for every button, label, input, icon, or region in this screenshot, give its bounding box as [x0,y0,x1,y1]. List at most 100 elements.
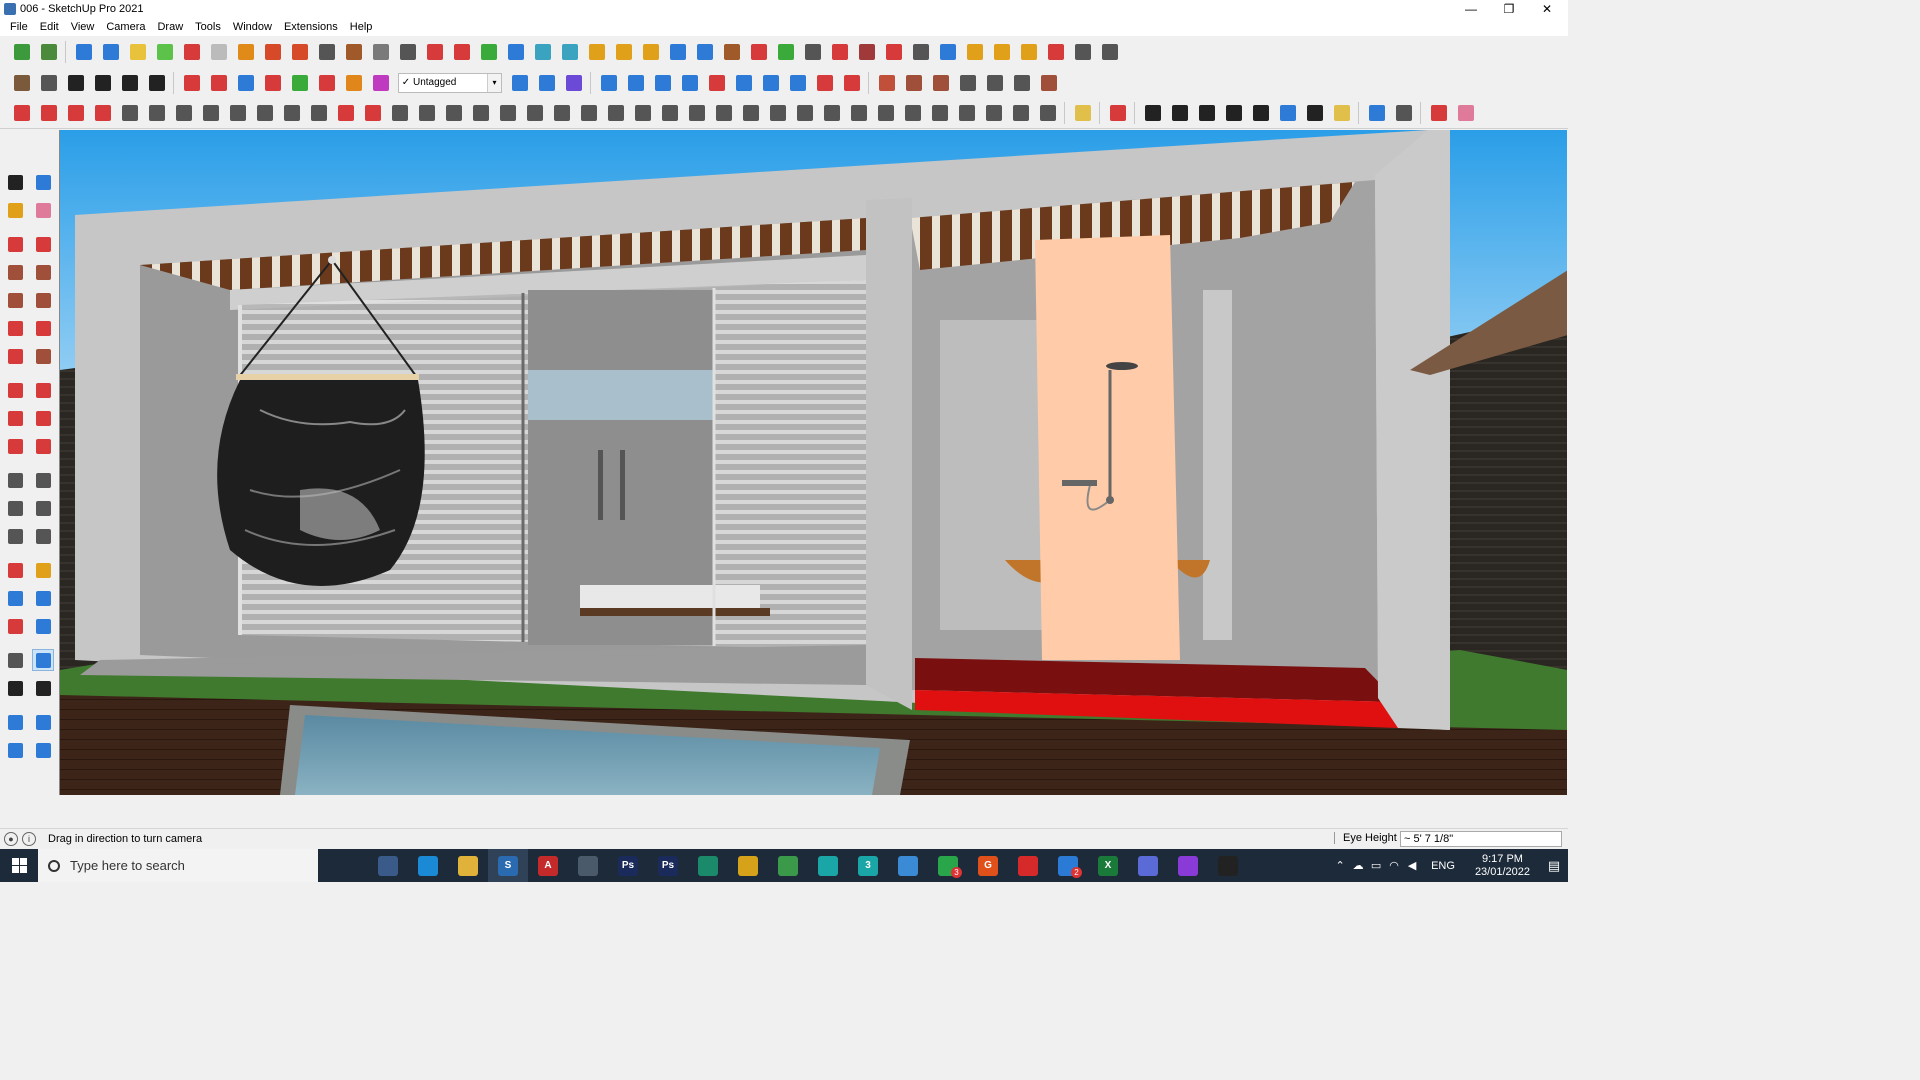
section-plane-tool-button[interactable] [32,677,54,699]
eraser-pink-button[interactable] [1452,101,1479,125]
cone-button[interactable] [529,40,556,64]
tag-yellow-button[interactable] [1069,101,1096,125]
star-draw-button[interactable] [1328,101,1355,125]
component-button[interactable] [595,71,622,95]
push-pull-button[interactable] [178,71,205,95]
menu-view[interactable]: View [65,21,101,33]
fillet-button[interactable] [278,101,305,125]
section-blue2-button[interactable] [533,71,560,95]
layout-button[interactable] [1096,40,1123,64]
puzzle3-button[interactable] [853,40,880,64]
language-indicator[interactable]: ENG [1431,860,1455,872]
fan2-button[interactable] [953,101,980,125]
task-view-taskbar-button[interactable] [328,849,368,882]
move-x-button[interactable] [340,71,367,95]
spiral-button[interactable] [1390,101,1417,125]
panel-button[interactable] [934,40,961,64]
arrows-up-button[interactable] [676,71,703,95]
info-icon[interactable]: i [22,832,36,846]
pipe-button[interactable] [367,40,394,64]
todo-taskbar-button[interactable]: 2 [1048,849,1088,882]
chrome-taskbar-button[interactable] [728,849,768,882]
house-button[interactable] [89,71,116,95]
comb-button[interactable] [440,101,467,125]
text-tool-button[interactable] [32,497,54,519]
protractor-tool-button[interactable] [4,497,26,519]
bucket-button[interactable] [718,40,745,64]
eraser-tool-button[interactable] [32,199,54,221]
restore-button[interactable]: ❐ [1490,0,1528,18]
palm-button[interactable] [494,101,521,125]
loft-button[interactable] [197,101,224,125]
house3-button[interactable] [143,71,170,95]
stack-button[interactable] [818,101,845,125]
puzzle2-button[interactable] [826,40,853,64]
menu-draw[interactable]: Draw [151,21,189,33]
shape-button[interactable] [143,101,170,125]
diag-button[interactable] [980,101,1007,125]
hand-button[interactable] [838,71,865,95]
tile2-button[interactable] [988,40,1015,64]
axis-green-button[interactable] [475,40,502,64]
blade3-button[interactable] [656,101,683,125]
sandbox-drape-tool-button[interactable] [32,739,54,761]
chevron-up-icon[interactable]: ⌃ [1331,859,1349,872]
curve-button[interactable] [394,40,421,64]
menu-camera[interactable]: Camera [100,21,151,33]
paint-bucket-tool-button[interactable] [4,199,26,221]
gear-button[interactable] [116,101,143,125]
select-tool-button[interactable] [4,171,26,193]
lasso-button[interactable] [610,40,637,64]
excel-taskbar-button[interactable]: X [1088,849,1128,882]
calculator-taskbar-button[interactable] [368,849,408,882]
bezier2-button[interactable] [35,101,62,125]
parallelogram-draw-button[interactable] [1247,101,1274,125]
pen-button[interactable] [413,101,440,125]
target-button[interactable] [691,40,718,64]
follow-me-tool-button[interactable] [32,407,54,429]
stamp-button[interactable] [791,101,818,125]
whatsapp-taskbar-button[interactable]: 3 [928,849,968,882]
cup-button[interactable] [710,101,737,125]
component2-button[interactable] [622,71,649,95]
close-button[interactable]: ✕ [1528,0,1566,18]
roof2-button[interactable] [954,71,981,95]
minimize-button[interactable]: — [1452,0,1490,18]
section-fill-button[interactable] [286,40,313,64]
line-tool-button[interactable] [4,233,26,255]
tag-dropdown[interactable]: ✓ Untagged ▾ [398,72,502,93]
sphere-button[interactable] [224,101,251,125]
blade4-button[interactable] [683,101,710,125]
left-view-button[interactable] [205,40,232,64]
grid-button[interactable] [907,40,934,64]
volume-icon[interactable]: ◀ [1403,859,1421,872]
zoom-window-tool-button[interactable] [32,587,54,609]
dimension-button[interactable] [730,71,757,95]
right-view-button[interactable] [151,40,178,64]
hourglass-button[interactable] [757,71,784,95]
redo-red-button[interactable] [811,71,838,95]
terminal-taskbar-button[interactable] [1208,849,1248,882]
undo-red-button[interactable] [745,40,772,64]
leaf2-button[interactable] [548,101,575,125]
section-blue3-button[interactable] [560,71,587,95]
extrude-button[interactable] [649,71,676,95]
pie-tool-button[interactable] [32,345,54,367]
frame-button[interactable] [1008,71,1035,95]
move-n-button[interactable] [313,71,340,95]
tape-measure-tool-button[interactable] [4,469,26,491]
iso-view-button[interactable] [70,40,97,64]
wifi-icon[interactable]: ◠ [1385,859,1403,872]
arrows-down-button[interactable] [703,71,730,95]
circle-dash-button[interactable] [1069,40,1096,64]
top-view-button[interactable] [97,40,124,64]
taskbar-search[interactable]: Type here to search [38,849,318,882]
section-blue-button[interactable] [506,71,533,95]
sketchup-logo-button[interactable] [8,40,35,64]
arc-tool-button[interactable] [4,317,26,339]
app-3-taskbar-button[interactable]: 3 [848,849,888,882]
arc-draw-button[interactable] [1274,101,1301,125]
rotated-rect-tool-button[interactable] [32,261,54,283]
spline-button[interactable] [421,40,448,64]
look-around-tool-button[interactable] [32,649,54,671]
